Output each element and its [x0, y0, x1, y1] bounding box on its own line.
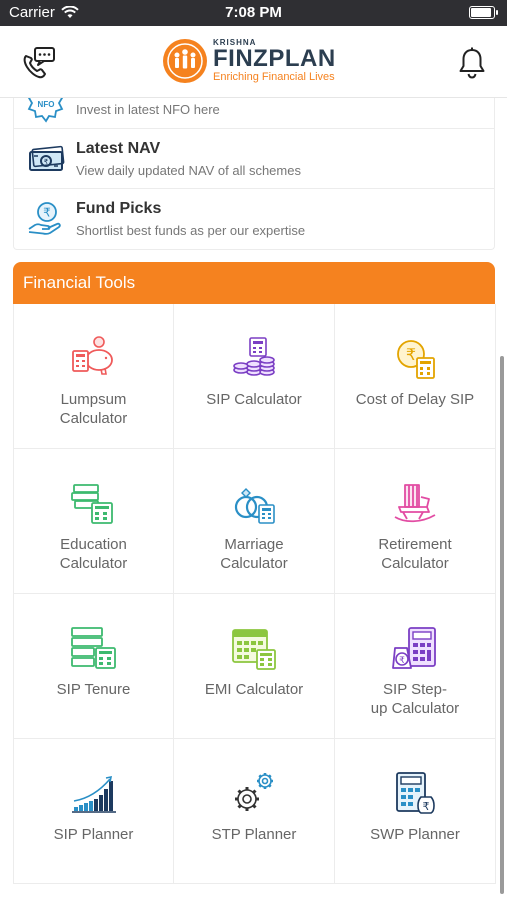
scrollbar[interactable]	[500, 356, 504, 894]
battery-icon	[469, 6, 498, 19]
financial-tools-section: Financial Tools Lumpsum Calculator SIP C…	[13, 262, 496, 900]
svg-text:NFO: NFO	[38, 100, 55, 109]
tool-stp-planner[interactable]: STP Planner	[174, 739, 335, 884]
money-icon: ₹	[29, 145, 65, 171]
tool-sip-step-up-calculator[interactable]: ₹ SIP Step- up Calculator	[335, 594, 496, 739]
list-item-title: Fund Picks	[76, 200, 162, 217]
tool-label: SIP Step- up Calculator	[370, 681, 460, 717]
financial-tools-title: Financial Tools	[13, 262, 495, 304]
list-item-desc: View daily updated NAV of all schemes	[76, 163, 301, 178]
tools-grid: Lumpsum Calculator SIP Calculator ₹ Cost…	[13, 304, 496, 884]
tool-education-calculator[interactable]: Education Calculator	[14, 449, 174, 594]
svg-text:₹: ₹	[423, 800, 430, 813]
coins-icon	[233, 337, 275, 376]
svg-text:₹: ₹	[399, 656, 405, 666]
tool-cost-of-delay-sip[interactable]: ₹ Cost of Delay SIP	[335, 304, 496, 449]
tool-label: SIP Calculator	[206, 391, 302, 408]
tool-label: SWP Planner	[370, 826, 460, 843]
status-bar: Carrier 7:08 PM	[0, 0, 507, 26]
phone-chat-icon[interactable]	[18, 44, 58, 84]
tool-sip-planner[interactable]: SIP Planner	[14, 739, 174, 884]
logo-mark-icon	[163, 39, 207, 83]
tool-sip-tenure[interactable]: SIP Tenure	[14, 594, 174, 739]
calendar-icon	[232, 629, 276, 670]
tool-label: SIP Tenure	[56, 681, 131, 698]
list-item-fund-picks[interactable]: ₹ Fund Picks Shortlist best funds as per…	[14, 189, 494, 249]
tool-label: EMI Calculator	[204, 681, 304, 698]
svg-text:₹: ₹	[406, 345, 416, 364]
tool-label: STP Planner	[211, 826, 297, 843]
education-icon	[70, 484, 113, 524]
rocking-chair-icon	[394, 484, 436, 523]
svg-text:₹: ₹	[44, 158, 49, 166]
bell-icon[interactable]	[457, 46, 487, 80]
clock: 7:08 PM	[225, 4, 282, 21]
tool-label: Education Calculator	[59, 536, 128, 572]
menu-list: NFO Invest in latest NFO here ₹ Latest N…	[13, 98, 495, 250]
svg-text:₹: ₹	[43, 206, 51, 220]
app-header: KRISHNA FINZPLAN Enriching Financial Liv…	[0, 26, 507, 98]
tool-lumpsum-calculator[interactable]: Lumpsum Calculator	[14, 304, 174, 449]
list-item-latest-nav[interactable]: ₹ Latest NAV View daily updated NAV of a…	[14, 129, 494, 189]
piggy-bank-icon	[71, 336, 113, 375]
list-item-title: Latest NAV	[76, 140, 161, 157]
tool-sip-calculator[interactable]: SIP Calculator	[174, 304, 335, 449]
list-item-nfo[interactable]: NFO Invest in latest NFO here	[14, 98, 494, 129]
bar-growth-icon	[71, 775, 116, 813]
tool-label: Retirement Calculator	[378, 536, 452, 572]
nfo-icon: NFO	[27, 98, 64, 123]
tool-label: Marriage Calculator	[220, 536, 288, 572]
list-item-desc: Shortlist best funds as per our expertis…	[76, 223, 306, 238]
tool-swp-planner[interactable]: ₹ SWP Planner	[335, 739, 496, 884]
calculator-rupee-icon: ₹	[396, 772, 435, 814]
gears-icon	[235, 773, 273, 811]
rupee-hand-icon: ₹	[28, 202, 61, 235]
tool-marriage-calculator[interactable]: Marriage Calculator	[174, 449, 335, 594]
tenure-icon	[70, 627, 116, 669]
logo-tagline: Enriching Financial Lives	[213, 71, 335, 83]
tool-label: Lumpsum Calculator	[59, 391, 128, 427]
rupee-calculator-icon: ₹	[397, 340, 435, 379]
logo-brand-text: FINZPLAN	[213, 45, 336, 72]
rings-icon	[234, 488, 275, 524]
list-item-desc: Invest in latest NFO here	[76, 102, 220, 117]
tool-retirement-calculator[interactable]: Retirement Calculator	[335, 449, 496, 594]
app-logo: KRISHNA FINZPLAN Enriching Financial Liv…	[163, 36, 336, 86]
tool-label: Cost of Delay SIP	[355, 391, 475, 408]
tool-label: SIP Planner	[53, 826, 134, 843]
stepup-icon: ₹	[392, 627, 436, 669]
tool-emi-calculator[interactable]: EMI Calculator	[174, 594, 335, 739]
